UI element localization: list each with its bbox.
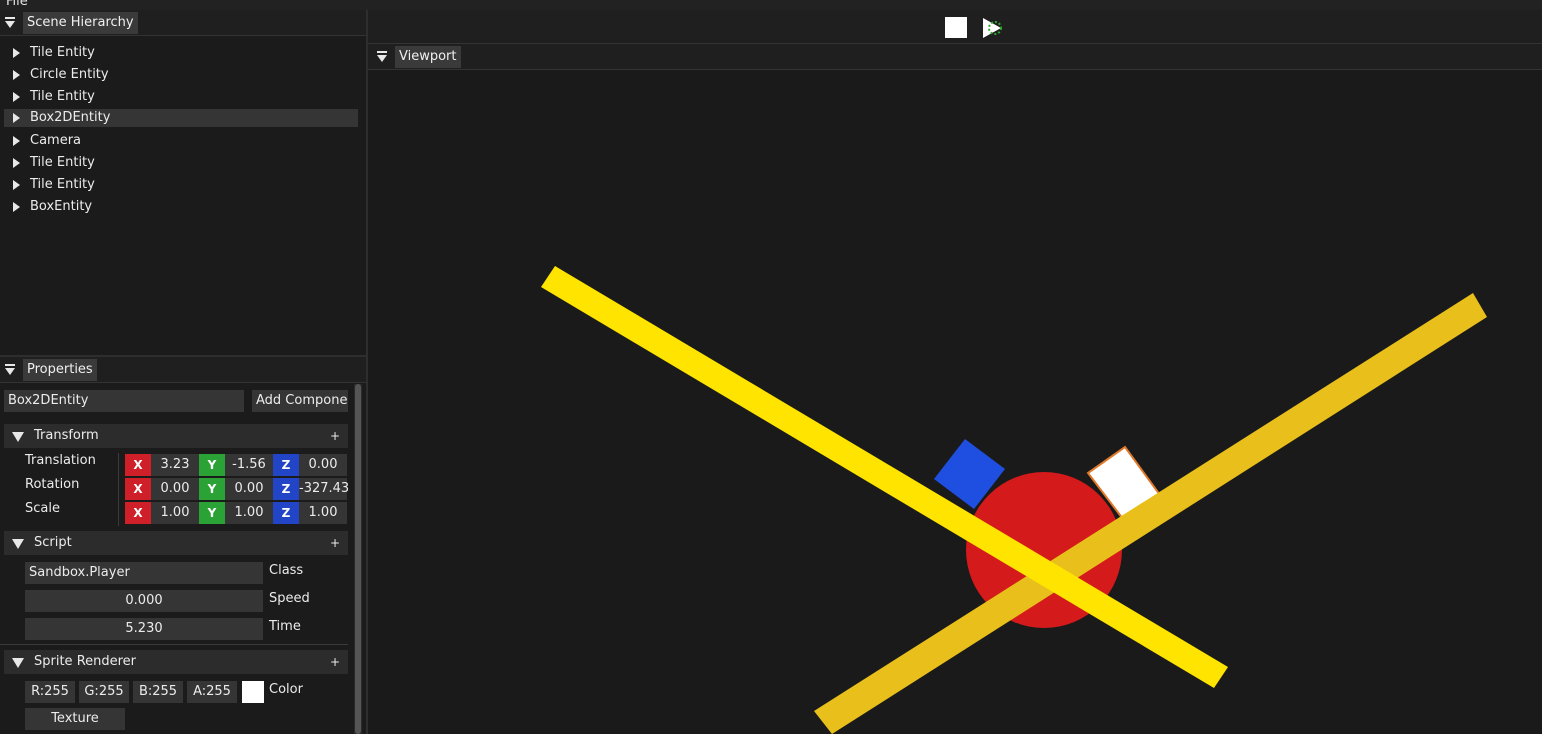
tree-item-selected[interactable]: Box2DEntity — [4, 109, 358, 127]
translation-z-field[interactable]: 0.00 — [299, 454, 347, 476]
add-component-button[interactable]: Add Componen — [252, 390, 348, 412]
scene-hierarchy-header: Scene Hierarchy — [0, 10, 366, 36]
speed-label: Speed — [269, 591, 310, 606]
scene-render — [541, 266, 1487, 734]
tree-item-label: BoxEntity — [30, 199, 93, 214]
translation-x-field[interactable]: 3.23 — [151, 454, 199, 476]
rotation-y-field[interactable]: 0.00 — [225, 478, 273, 500]
transform-section-header[interactable]: Transform + — [4, 424, 348, 448]
color-a-field[interactable]: A:255 — [187, 681, 237, 703]
expand-arrow-icon[interactable] — [13, 48, 20, 58]
tree-item-label: Circle Entity — [30, 67, 109, 82]
section-title: Sprite Renderer — [34, 654, 137, 669]
scale-x-field[interactable]: 1.00 — [151, 502, 199, 524]
script-section-header[interactable]: Script + — [4, 531, 348, 555]
rotation-z-field[interactable]: -327.43 — [299, 478, 349, 500]
rotation-x-field[interactable]: 0.00 — [151, 478, 199, 500]
scale-y-field[interactable]: 1.00 — [225, 502, 273, 524]
rotation-z-reset-button[interactable]: Z — [273, 478, 299, 500]
color-swatch[interactable] — [242, 681, 264, 703]
expand-arrow-icon[interactable] — [13, 158, 20, 168]
collapse-arrow-icon[interactable] — [12, 658, 24, 668]
time-label: Time — [269, 619, 301, 634]
component-settings-button[interactable]: + — [330, 650, 340, 674]
tab-properties[interactable]: Properties — [23, 359, 97, 381]
expand-arrow-icon[interactable] — [13, 136, 20, 146]
scale-z-reset-button[interactable]: Z — [273, 502, 299, 524]
rotation-x-reset-button[interactable]: X — [125, 478, 151, 500]
expand-arrow-icon[interactable] — [13, 70, 20, 80]
tree-item[interactable]: Tile Entity — [4, 88, 358, 106]
collapse-arrow-icon[interactable] — [12, 432, 24, 442]
tree-item-label: Tile Entity — [30, 89, 95, 104]
color-label: Color — [269, 682, 303, 697]
script-class-input[interactable]: Sandbox.Player — [25, 562, 263, 584]
expand-arrow-icon[interactable] — [13, 180, 20, 190]
tile-entity-gold[interactable] — [814, 293, 1487, 734]
viewport-header: Viewport — [368, 44, 1542, 70]
file-menu[interactable]: File — [6, 0, 28, 9]
stop-icon[interactable] — [945, 17, 967, 38]
scale-z-field[interactable]: 1.00 — [299, 502, 347, 524]
rotation-label: Rotation — [25, 477, 80, 492]
component-settings-button[interactable]: + — [330, 424, 340, 448]
menu-bar: File — [0, 0, 1542, 10]
section-title: Transform — [34, 428, 99, 443]
component-settings-button[interactable]: + — [330, 531, 340, 555]
tree-item[interactable]: BoxEntity — [4, 198, 358, 216]
time-field[interactable]: 5.230 — [25, 618, 263, 640]
section-divider — [0, 644, 348, 645]
scrollbar-thumb[interactable] — [355, 384, 361, 734]
expand-arrow-icon[interactable] — [13, 113, 20, 123]
play-toolbar — [368, 10, 1542, 44]
scale-x-reset-button[interactable]: X — [125, 502, 151, 524]
tree-item[interactable]: Circle Entity — [4, 66, 358, 84]
tree-item-label: Camera — [30, 133, 82, 148]
tree-item-label: Tile Entity — [30, 45, 95, 60]
color-r-field[interactable]: R:255 — [25, 681, 75, 703]
tree-item[interactable]: Tile Entity — [4, 154, 358, 172]
speed-field[interactable]: 0.000 — [25, 590, 263, 612]
translation-y-reset-button[interactable]: Y — [199, 454, 225, 476]
collapse-arrow-icon[interactable] — [12, 539, 24, 549]
tree-item[interactable]: Camera — [4, 132, 358, 150]
tree-item[interactable]: Tile Entity — [4, 176, 358, 194]
column-divider — [118, 453, 119, 526]
tree-item-label: Tile Entity — [30, 155, 95, 170]
section-title: Script — [34, 535, 72, 550]
properties-header: Properties — [0, 357, 366, 383]
texture-button[interactable]: Texture — [25, 708, 125, 730]
hierarchy-tree: Tile Entity Circle Entity Tile Entity Bo… — [0, 44, 366, 354]
tab-viewport[interactable]: Viewport — [395, 46, 461, 68]
tab-scene-hierarchy[interactable]: Scene Hierarchy — [23, 12, 138, 34]
left-dock: Scene Hierarchy Tile Entity Circle Entit… — [0, 10, 366, 734]
scale-y-reset-button[interactable]: Y — [199, 502, 225, 524]
play-icon[interactable] — [980, 16, 1004, 40]
viewport-canvas[interactable] — [368, 70, 1542, 734]
translation-label: Translation — [25, 453, 96, 468]
rotation-y-reset-button[interactable]: Y — [199, 478, 225, 500]
expand-arrow-icon[interactable] — [13, 92, 20, 102]
color-g-field[interactable]: G:255 — [79, 681, 129, 703]
entity-name-input[interactable]: Box2DEntity — [4, 390, 244, 412]
translation-z-reset-button[interactable]: Z — [273, 454, 299, 476]
properties-scrollbar[interactable] — [354, 384, 362, 734]
translation-y-field[interactable]: -1.56 — [225, 454, 273, 476]
class-label: Class — [269, 563, 304, 578]
sprite-renderer-section-header[interactable]: Sprite Renderer + — [4, 650, 348, 674]
scale-label: Scale — [25, 501, 60, 516]
translation-x-reset-button[interactable]: X — [125, 454, 151, 476]
tree-item-label: Box2DEntity — [30, 110, 111, 125]
color-b-field[interactable]: B:255 — [133, 681, 183, 703]
tree-item-label: Tile Entity — [30, 177, 95, 192]
expand-arrow-icon[interactable] — [13, 202, 20, 212]
tree-item[interactable]: Tile Entity — [4, 44, 358, 62]
